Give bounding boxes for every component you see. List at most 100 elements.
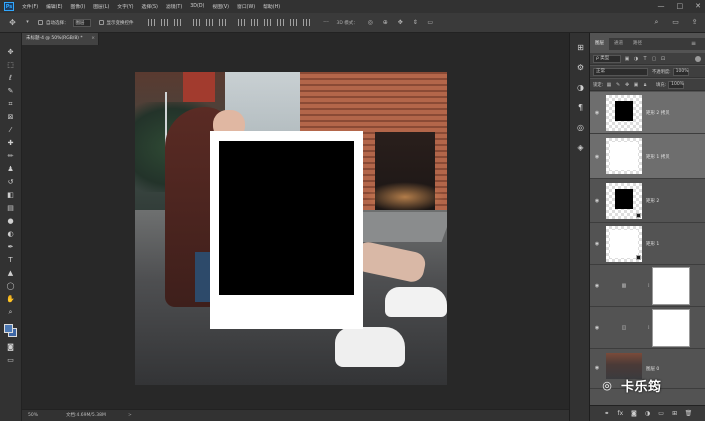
- new-layer-icon[interactable]: ⊞: [671, 410, 678, 417]
- shape-tool-icon[interactable]: ◯: [5, 282, 16, 291]
- opacity-input[interactable]: 100%: [672, 67, 689, 76]
- brush-tool-icon[interactable]: ✏: [5, 152, 16, 161]
- fill-input[interactable]: 100%: [668, 80, 685, 89]
- path-select-icon[interactable]: ▲: [5, 269, 16, 278]
- link-layers-icon[interactable]: ⚭: [603, 410, 610, 417]
- eye-icon[interactable]: ◉: [593, 325, 601, 331]
- channels-panel-icon[interactable]: ◈: [575, 143, 586, 153]
- gradient-tool-icon[interactable]: ▤: [5, 204, 16, 213]
- layer-row[interactable]: ◉ 矩形 1 拷贝: [590, 134, 705, 179]
- document-tab[interactable]: 未标题-4 @ 50%(RGB/8) * ×: [22, 33, 99, 45]
- layer-name[interactable]: 矩形 2: [646, 198, 659, 204]
- distribute-bottom-icon[interactable]: [263, 19, 273, 26]
- menu-layer[interactable]: 图层(L): [93, 3, 109, 10]
- lock-all-icon[interactable]: 🔒︎: [642, 82, 648, 88]
- align-top-icon[interactable]: [147, 19, 157, 26]
- filter-shape-icon[interactable]: ▢: [651, 56, 657, 62]
- more-options-icon[interactable]: ···: [322, 18, 331, 27]
- foreground-color-swatch[interactable]: [4, 324, 13, 333]
- eye-icon[interactable]: ◉: [593, 154, 601, 160]
- 3d-rotate-icon[interactable]: ◎: [366, 18, 375, 27]
- eye-icon[interactable]: ◉: [593, 283, 601, 289]
- menu-edit[interactable]: 编辑(E): [46, 3, 62, 10]
- distribute-right-icon[interactable]: [302, 19, 312, 26]
- pen-tool-icon[interactable]: ✒: [5, 243, 16, 252]
- 3d-drag-icon[interactable]: ✥: [396, 18, 405, 27]
- menu-file[interactable]: 文件(F): [22, 3, 38, 10]
- image-canvas[interactable]: [135, 72, 447, 385]
- add-mask-icon[interactable]: ◙: [630, 410, 637, 417]
- layer-row[interactable]: ◉ 矩形 2 拷贝: [590, 92, 705, 134]
- eye-icon[interactable]: ◉: [593, 241, 601, 247]
- menu-image[interactable]: 图像(I): [70, 3, 85, 10]
- layer-row[interactable]: ◉ ▥ ⁞: [590, 265, 705, 307]
- eraser-tool-icon[interactable]: ◧: [5, 191, 16, 200]
- tab-paths[interactable]: 路径: [628, 38, 647, 50]
- auto-select-checkbox[interactable]: [38, 20, 43, 25]
- properties-panel-icon[interactable]: ⚙: [575, 63, 586, 73]
- blend-mode-dropdown[interactable]: 正常: [593, 67, 648, 76]
- filter-type-icon[interactable]: T: [642, 56, 648, 62]
- crop-tool-icon[interactable]: ⌗: [5, 100, 16, 109]
- hand-tool-icon[interactable]: ✋: [5, 295, 16, 304]
- quick-select-tool-icon[interactable]: ✎: [5, 87, 16, 96]
- 3d-roll-icon[interactable]: ⊕: [381, 18, 390, 27]
- menu-filter[interactable]: 滤镜(T): [166, 3, 182, 10]
- history-panel-icon[interactable]: ⊞: [575, 43, 586, 53]
- type-tool-icon[interactable]: T: [5, 256, 16, 265]
- filter-adjust-icon[interactable]: ◑: [633, 56, 639, 62]
- new-group-icon[interactable]: ▭: [658, 410, 665, 417]
- zoom-tool-icon[interactable]: ⌕: [5, 308, 16, 317]
- minimize-button[interactable]: —: [658, 2, 665, 10]
- lock-transparent-icon[interactable]: ▦: [606, 82, 612, 88]
- align-right-icon[interactable]: [218, 19, 228, 26]
- workspace-icon[interactable]: ▭: [671, 18, 680, 27]
- align-hcenter-icon[interactable]: [205, 19, 215, 26]
- layer-name[interactable]: 图层 0: [646, 366, 659, 372]
- layer-name[interactable]: 矩形 1 拷贝: [646, 154, 670, 160]
- distribute-hcenter-icon[interactable]: [289, 19, 299, 26]
- align-vcenter-icon[interactable]: [160, 19, 170, 26]
- lock-paint-icon[interactable]: ✎: [615, 82, 621, 88]
- healing-brush-icon[interactable]: ✚: [5, 139, 16, 148]
- filter-smart-icon[interactable]: ⊡: [660, 56, 666, 62]
- lasso-tool-icon[interactable]: ℓ: [5, 74, 16, 83]
- align-left-icon[interactable]: [192, 19, 202, 26]
- zoom-level[interactable]: 50%: [28, 410, 38, 421]
- search-icon[interactable]: ⌕: [652, 18, 661, 27]
- status-menu-arrow[interactable]: >: [128, 410, 132, 421]
- dodge-tool-icon[interactable]: ◐: [5, 230, 16, 239]
- menu-help[interactable]: 帮助(H): [263, 3, 280, 10]
- layer-mask-thumbnail[interactable]: [652, 309, 690, 347]
- menu-3d[interactable]: 3D(D): [190, 4, 204, 9]
- screen-mode-icon[interactable]: ▭: [5, 356, 16, 365]
- delete-layer-icon[interactable]: 🗑︎: [685, 410, 693, 417]
- move-tool-icon[interactable]: ✥: [5, 48, 16, 57]
- distribute-vcenter-icon[interactable]: [250, 19, 260, 26]
- 3d-scale-icon[interactable]: ▭: [426, 18, 435, 27]
- paragraph-panel-icon[interactable]: ¶: [575, 103, 586, 113]
- filter-pixel-icon[interactable]: ▣: [624, 56, 630, 62]
- close-button[interactable]: ✕: [695, 2, 701, 10]
- adjustments-panel-icon[interactable]: ◑: [575, 83, 586, 93]
- panel-menu-icon[interactable]: ≡: [686, 38, 701, 50]
- eye-icon[interactable]: ◉: [593, 110, 601, 116]
- marquee-tool-icon[interactable]: ⬚: [5, 61, 16, 70]
- menu-type[interactable]: 文字(Y): [117, 3, 133, 10]
- eyedropper-tool-icon[interactable]: ⁄: [5, 126, 16, 135]
- menu-select[interactable]: 选择(S): [142, 3, 158, 10]
- chain-link-icon[interactable]: ⁞: [648, 283, 651, 289]
- maximize-button[interactable]: □: [677, 2, 684, 10]
- align-bottom-icon[interactable]: [173, 19, 183, 26]
- history-brush-icon[interactable]: ↺: [5, 178, 16, 187]
- layer-row[interactable]: ◉ 矩形 2: [590, 179, 705, 223]
- filter-toggle[interactable]: [695, 55, 701, 62]
- move-tool-icon[interactable]: ✥: [8, 18, 17, 27]
- clone-stamp-icon[interactable]: ♟: [5, 165, 16, 174]
- layer-row[interactable]: ◉ 矩形 1: [590, 223, 705, 265]
- quick-mask-icon[interactable]: ◙: [5, 343, 16, 352]
- chevron-down-icon[interactable]: ▾: [23, 18, 32, 27]
- share-icon[interactable]: ⇪: [690, 18, 699, 27]
- menu-view[interactable]: 视图(V): [212, 3, 229, 10]
- layer-mask-thumbnail[interactable]: [652, 267, 690, 305]
